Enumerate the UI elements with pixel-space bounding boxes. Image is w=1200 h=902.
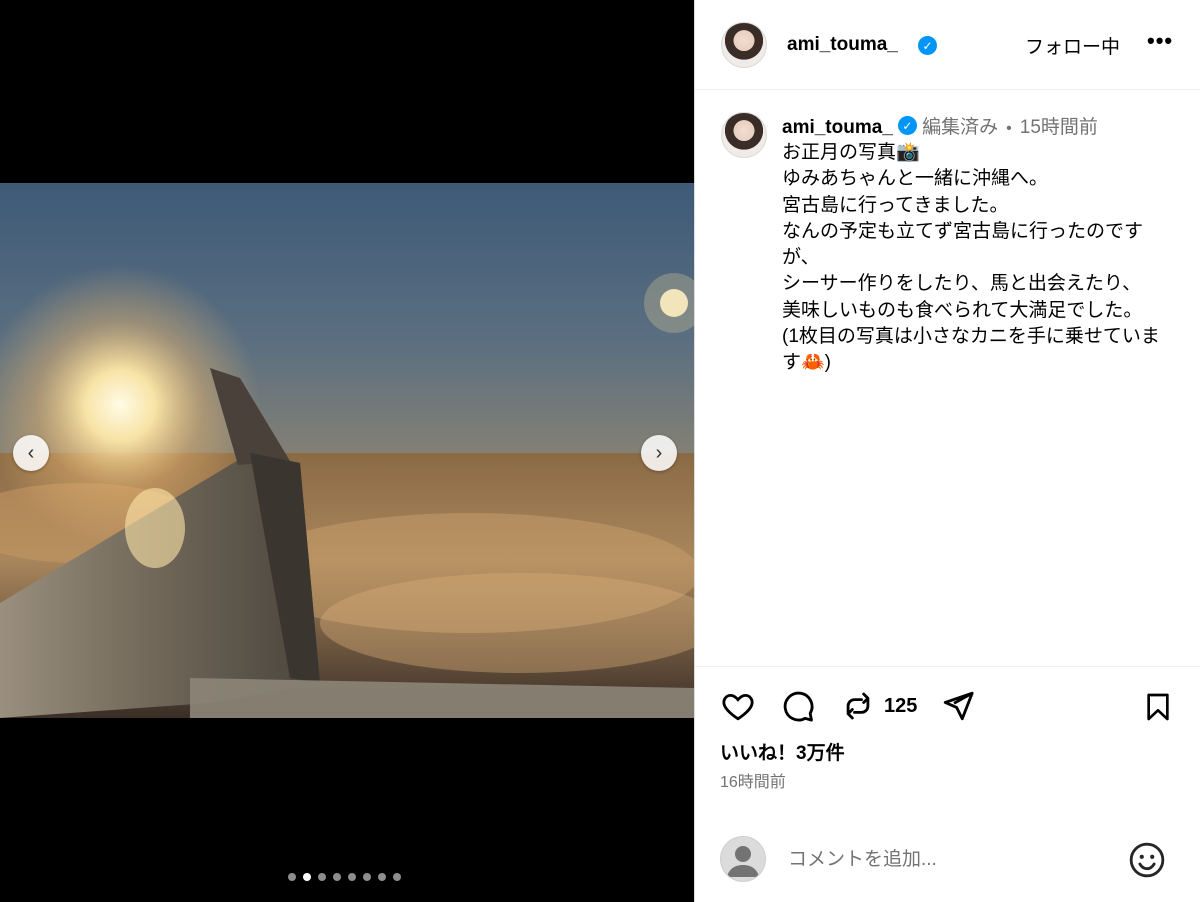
likes-count[interactable]: いいね！3万件 [720,738,845,765]
post-photo[interactable] [0,183,694,718]
author-username[interactable]: ami_touma_ [787,34,898,56]
default-user-icon [727,846,759,877]
carousel-dot [378,873,386,881]
carousel-dot [333,873,341,881]
previous-photo-button[interactable]: ‹ [13,435,49,471]
carousel-dot [363,873,371,881]
post-header: ami_touma_ ✓ フォロー中 ••• [695,0,1200,90]
carousel-dot [348,873,356,881]
caption-author-avatar[interactable] [721,112,767,158]
emoji-picker-icon[interactable] [1128,841,1166,879]
chevron-left-icon: ‹ [27,441,35,464]
repost-icon[interactable] [841,689,875,723]
carousel-dot [393,873,401,881]
comment-input[interactable] [786,842,1120,878]
edited-label: 編集済み [922,117,999,138]
airplane-wing-sunset-image [0,183,694,718]
repost-count[interactable]: 125 [884,695,917,718]
caption-text: お正月の写真📸 ゆみあちゃんと一緒に沖縄へ。 宮古島に行ってきました。 なんの予… [782,142,1160,374]
carousel-dot-active [303,873,311,881]
comment-bubble-icon[interactable] [780,689,816,723]
media-pane: ‹ › [0,0,694,902]
following-button[interactable]: フォロー中 [1025,32,1120,59]
caption-username[interactable]: ami_touma_ [782,117,893,138]
verified-badge-icon: ✓ [897,116,917,136]
post-timestamp[interactable]: 16時間前 [720,768,786,792]
post-side-pane: ami_touma_ ✓ フォロー中 ••• ami_touma_ ✓ 編集済み •… [694,0,1200,902]
share-send-icon[interactable] [940,689,976,723]
caption-header: ami_touma_ ✓ 編集済み • 15時間前 [782,112,1098,139]
verified-badge-icon: ✓ [918,36,937,55]
more-options-icon[interactable]: ••• [1147,28,1173,54]
chevron-right-icon: › [655,441,663,464]
carousel-dot [288,873,296,881]
current-user-avatar [720,836,766,882]
next-photo-button[interactable]: › [641,435,677,471]
carousel-dot [318,873,326,881]
caption-timestamp[interactable]: 15時間前 [1020,117,1098,138]
carousel-indicator [288,873,401,881]
separator-dot: • [1006,120,1012,137]
like-heart-icon[interactable] [720,689,756,723]
author-avatar[interactable] [721,22,767,68]
save-bookmark-icon[interactable] [1142,689,1174,725]
